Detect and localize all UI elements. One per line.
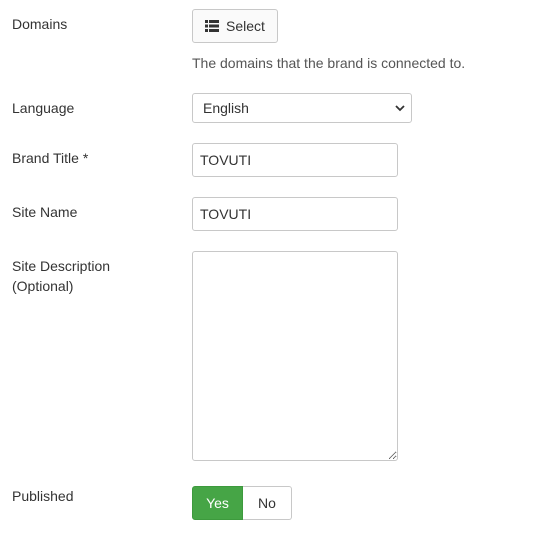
domains-label: Domains bbox=[12, 16, 68, 32]
select-button-label: Select bbox=[226, 18, 265, 34]
site-name-label: Site Name bbox=[12, 204, 78, 220]
domains-help-text: The domains that the brand is connected … bbox=[192, 55, 466, 71]
list-icon bbox=[205, 20, 220, 32]
select-domains-button[interactable]: Select bbox=[192, 9, 278, 43]
language-label: Language bbox=[12, 100, 75, 116]
brand-title-input[interactable] bbox=[192, 143, 398, 177]
language-select[interactable]: English bbox=[192, 93, 412, 123]
published-yes-button[interactable]: Yes bbox=[192, 486, 243, 520]
site-name-input[interactable] bbox=[192, 197, 398, 231]
chevron-down-icon bbox=[395, 105, 405, 112]
published-no-button[interactable]: No bbox=[243, 486, 292, 520]
site-description-label-line2: (Optional) bbox=[12, 278, 74, 294]
language-selected-value: English bbox=[203, 100, 249, 116]
site-description-label-line1: Site Description bbox=[12, 258, 111, 274]
site-description-label: Site Description (Optional) bbox=[12, 256, 110, 296]
site-description-textarea[interactable] bbox=[192, 251, 398, 461]
brand-title-label: Brand Title * bbox=[12, 150, 89, 166]
published-toggle: Yes No bbox=[192, 486, 292, 520]
published-label: Published bbox=[12, 488, 74, 504]
